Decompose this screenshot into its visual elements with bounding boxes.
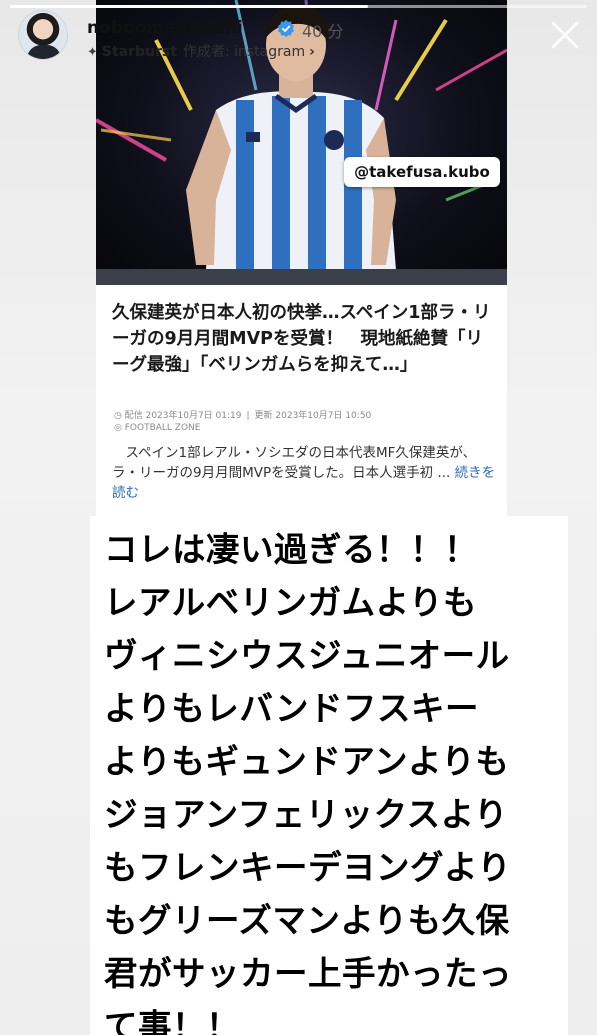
close-icon[interactable] — [548, 18, 582, 52]
article-meta: ◷ 配信 2023年10月7日 01:19 | 更新 2023年10月7日 10:5… — [114, 411, 372, 421]
username[interactable]: noboomanzaishi — [87, 18, 243, 38]
chevron-right-icon: › — [309, 44, 315, 60]
caption-line: よりもレバンドフスキー — [104, 689, 480, 728]
avatar-figure — [27, 45, 61, 59]
caption-line: ヴィニシウスジュニオール — [104, 636, 510, 675]
instagram-story[interactable]: @takefusa.kubo 久保建英が日本人初の快挙…スペイン1部ラ・リーガの… — [0, 0, 597, 1035]
story-progress-fill — [10, 5, 368, 8]
post-time: 40 分 — [302, 22, 344, 41]
article-headline[interactable]: 久保建英が日本人初の快挙…スペイン1部ラ・リーガの9月月間MVPを受賞！ 現地紙… — [112, 300, 497, 378]
caption-line: もフレンキーデヨングより — [104, 848, 512, 887]
clock-icon: ◷ — [114, 411, 122, 421]
source-name: FOOTBALL ZONE — [124, 423, 201, 433]
story-progress-bar — [10, 5, 587, 8]
story-header: noboomanzaishi 40 分 ✦ Starburst 作成者: insta… — [18, 10, 597, 64]
creator-label: 作成者: instagram — [182, 44, 306, 60]
published-date: 配信 2023年10月7日 01:19 — [124, 411, 242, 421]
caption-line: て事！！ — [104, 1007, 240, 1035]
caption-line: 君がサッカー上手かったっ — [104, 954, 512, 993]
music-title: Starburst — [101, 44, 177, 60]
mention-sticker[interactable]: @takefusa.kubo — [344, 157, 500, 187]
caption-line: レアルベリンガムよりも — [104, 583, 477, 622]
caption-line: よりもギュンドアンよりも — [104, 742, 510, 781]
sparkle-icon: ✦ — [87, 45, 98, 60]
article-summary: スペイン1部レアル・ソシエダの日本代表MF久保建英が、ラ・リーガの9月月間MVP… — [112, 443, 498, 503]
photo-bottom-band — [96, 269, 507, 285]
updated-date: 更新 2023年10月7日 10:50 — [254, 411, 372, 421]
verified-badge-icon — [277, 19, 295, 37]
music-attribution[interactable]: ✦ Starburst 作成者: instagram › — [87, 41, 315, 61]
publisher-icon: ◎ — [114, 423, 122, 433]
caption-line: もグリーズマンよりも久保 — [104, 901, 510, 940]
story-caption: コレは凄い過ぎる！！！ レアルベリンガムよりも ヴィニシウスジュニオール よりもレバン… — [104, 523, 564, 1035]
article-source: ◎ FOOTBALL ZONE — [114, 423, 200, 433]
summary-text: スペイン1部レアル・ソシエダの日本代表MF久保建英が、ラ・リーガの9月月間MVP… — [112, 445, 477, 481]
caption-line: ジョアンフェリックスより — [104, 795, 508, 834]
avatar[interactable] — [18, 10, 68, 60]
article-card[interactable]: @takefusa.kubo 久保建英が日本人初の快挙…スペイン1部ラ・リーガの… — [96, 0, 507, 516]
caption-line: コレは凄い過ぎる！！！ — [104, 530, 478, 569]
